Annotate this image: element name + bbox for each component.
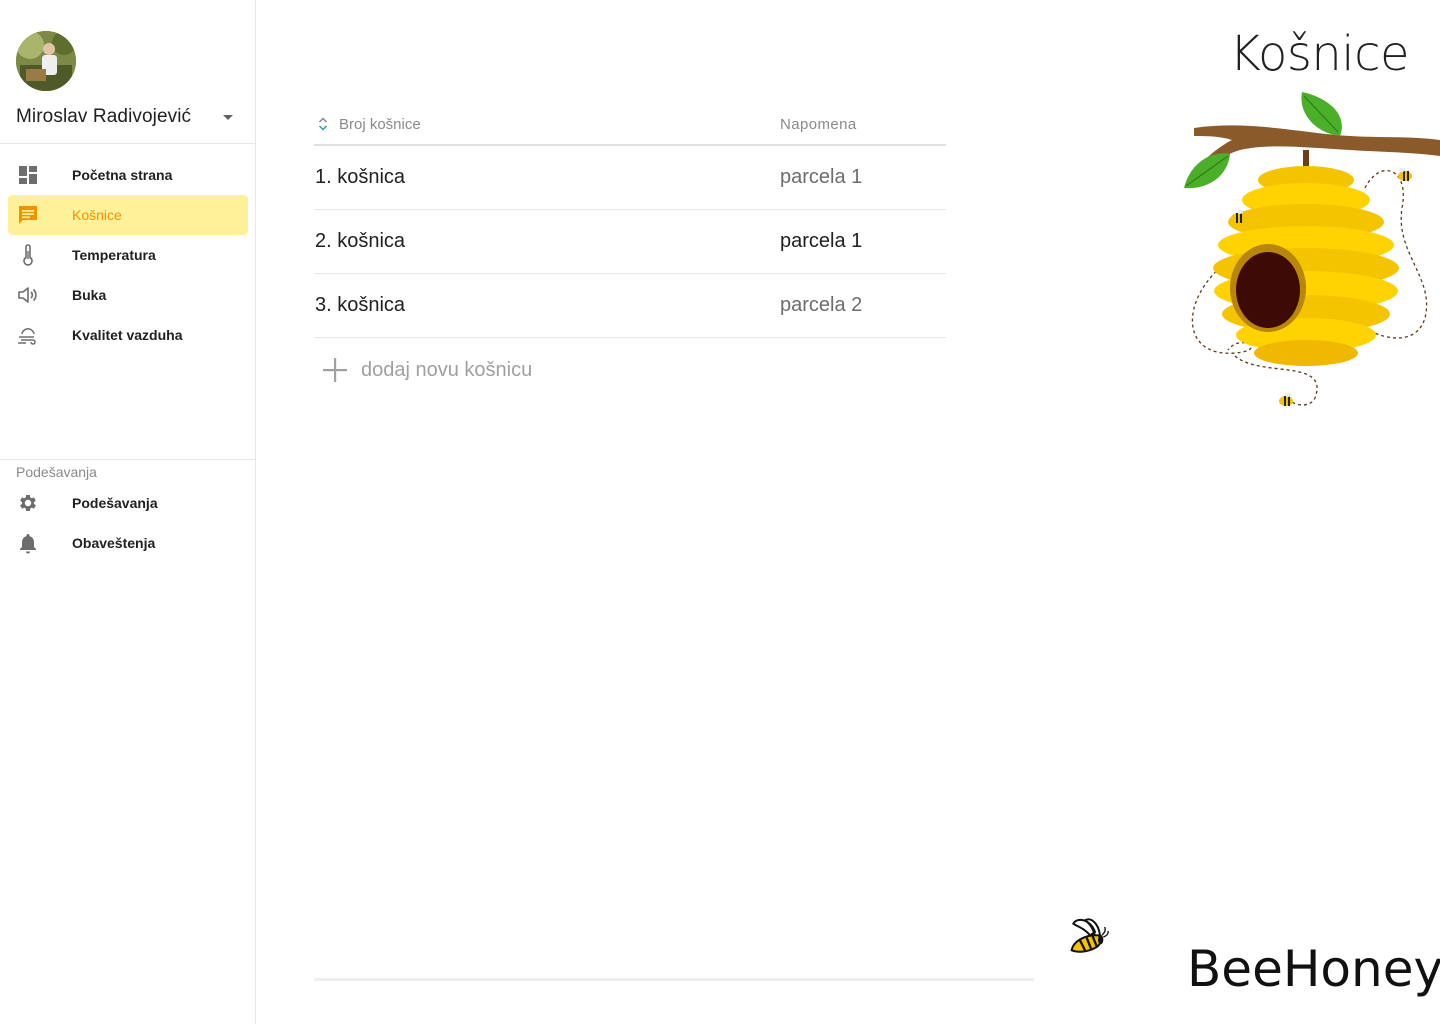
hive-number: 3. košnica (315, 294, 406, 316)
nav-item-label: Buka (72, 287, 107, 303)
nav-item-label: Košnice (72, 207, 122, 223)
chevron-down-icon (223, 114, 233, 120)
page-title: Košnice (1229, 26, 1409, 82)
nav-item-notifications[interactable]: Obaveštenja (8, 523, 248, 563)
nav-item-noise[interactable]: Buka (8, 275, 248, 315)
hive-note: parcela 2 (780, 294, 863, 316)
nav-item-label: Podešavanja (72, 495, 158, 511)
column-header-number[interactable]: Broj košnice (314, 115, 780, 133)
table-row[interactable]: 3. košnica parcela 2 (314, 274, 946, 338)
nav-item-air-quality[interactable]: Kvalitet vazduha (8, 315, 248, 355)
main-nav: Početna strana Košnice Temperatura Buka … (8, 155, 248, 355)
avatar[interactable] (16, 31, 76, 91)
add-hive-button[interactable]: dodaj novu košnicu (314, 338, 946, 402)
table-row[interactable]: 1. košnica parcela 1 (314, 146, 946, 210)
divider (0, 143, 255, 144)
hive-note: parcela 1 (780, 230, 863, 252)
air-quality-icon (8, 315, 48, 355)
gear-icon (8, 483, 48, 523)
hive-number: 2. košnica (315, 230, 406, 252)
divider (314, 978, 1034, 981)
speaker-icon (8, 275, 48, 315)
brand-name: BeeHoney (1187, 940, 1440, 998)
dashboard-icon (8, 155, 48, 195)
column-header-number-label: Broj košnice (339, 115, 421, 133)
user-menu[interactable]: Miroslav Radivojević (16, 104, 240, 130)
nav-item-settings[interactable]: Podešavanja (8, 483, 248, 523)
nav-item-home[interactable]: Početna strana (8, 155, 248, 195)
settings-nav: Podešavanja Obaveštenja (8, 483, 248, 563)
chat-icon (8, 195, 48, 235)
thermometer-icon (8, 235, 48, 275)
sort-icon (314, 115, 332, 133)
table-row[interactable]: 2. košnica parcela 1 (314, 210, 946, 274)
nav-item-label: Početna strana (72, 167, 173, 183)
divider (0, 459, 255, 460)
bell-icon (8, 523, 48, 563)
hive-number: 1. košnica (315, 166, 406, 188)
plus-icon (315, 350, 355, 390)
hive-note: parcela 1 (780, 166, 863, 188)
add-hive-label: dodaj novu košnicu (361, 358, 533, 381)
nav-item-label: Obaveštenja (72, 535, 156, 551)
nav-item-hives[interactable]: Košnice (8, 195, 248, 235)
table-header: Broj košnice Napomena (314, 104, 946, 146)
settings-heading: Podešavanja (16, 464, 97, 480)
beehoney-logo-icon (1070, 918, 1109, 953)
hives-table: Broj košnice Napomena 1. košnica parcela… (314, 104, 946, 402)
beehive-illustration (1184, 92, 1440, 406)
column-header-note[interactable]: Napomena (780, 116, 857, 133)
nav-item-temperature[interactable]: Temperatura (8, 235, 248, 275)
nav-item-label: Kvalitet vazduha (72, 327, 183, 343)
sidebar: Miroslav Radivojević Početna strana Košn… (0, 0, 256, 1024)
nav-item-label: Temperatura (72, 247, 156, 263)
user-name: Miroslav Radivojević (16, 106, 192, 127)
